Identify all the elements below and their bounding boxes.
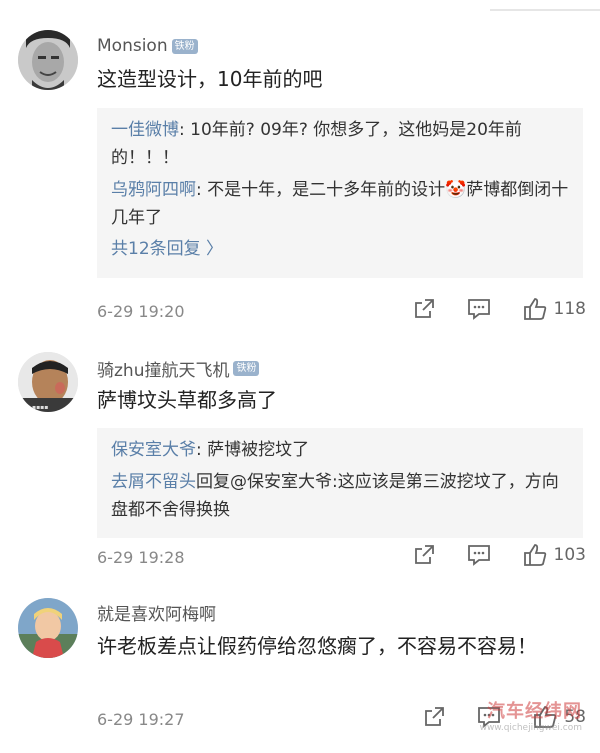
share-button[interactable] (422, 705, 446, 729)
comment-item: ▪▪▪▪ 骑zhu撞航天飞机 铁粉 萨博坟头草都多高了 保安室大爷: 萨博被挖坟… (0, 340, 600, 580)
comment-icon (466, 297, 492, 321)
username-text[interactable]: 就是喜欢阿梅啊 (97, 600, 216, 625)
like-button[interactable]: 103 (522, 542, 586, 568)
share-button[interactable] (412, 543, 436, 567)
fan-badge: 铁粉 (233, 361, 260, 376)
avatar[interactable] (18, 30, 78, 90)
username-text[interactable]: Monsion (97, 36, 168, 56)
reply-item[interactable]: 一佳微博: 10年前? 09年? 你想多了，这他妈是20年前的！！！ (111, 116, 569, 172)
action-bar: 103 (382, 542, 586, 568)
reply-box[interactable]: 保安室大爷: 萨博被挖坟了 去屑不留头回复@保安室大爷:这应该是第三波挖坟了，方… (97, 428, 583, 538)
share-icon (412, 543, 436, 567)
svg-text:▪▪▪▪: ▪▪▪▪ (32, 404, 48, 411)
reply-item[interactable]: 保安室大爷: 萨博被挖坟了 (111, 436, 569, 464)
thumbs-up-icon (522, 542, 548, 568)
share-icon (422, 705, 446, 729)
like-count: 118 (553, 299, 586, 319)
reply-username[interactable]: 一佳微博 (111, 120, 179, 140)
avatar[interactable] (18, 598, 78, 658)
site-watermark: 汽车经纬网 www.qichejingwei.com (480, 697, 582, 733)
like-count: 103 (553, 545, 586, 565)
reply-username[interactable]: 保安室大爷 (111, 440, 196, 460)
watermark-logo-text: 汽车经纬网 (487, 701, 582, 722)
like-button[interactable]: 118 (522, 296, 586, 322)
username-text[interactable]: 骑zhu撞航天飞机 (97, 356, 229, 381)
comment-text: 许老板差点让假药停给忽悠瘸了，不容易不容易！ (97, 634, 537, 658)
share-icon (412, 297, 436, 321)
comment-icon (466, 543, 492, 567)
avatar[interactable]: ▪▪▪▪ (18, 352, 78, 412)
more-replies-link[interactable]: 共12条回复 〉 (111, 234, 569, 264)
timestamp: 6-29 19:27 (97, 710, 185, 729)
watermark-url: www.qichejingwei.com (479, 723, 582, 733)
username[interactable]: Monsion 铁粉 (97, 36, 198, 56)
comment-text: 萨博坟头草都多高了 (97, 388, 277, 412)
timestamp: 6-29 19:20 (97, 302, 185, 321)
reply-box[interactable]: 一佳微博: 10年前? 09年? 你想多了，这他妈是20年前的！！！ 乌鸦阿四啊… (97, 108, 583, 278)
comment-item: Monsion 铁粉 这造型设计，10年前的吧 一佳微博: 10年前? 09年?… (0, 0, 600, 340)
comment-button[interactable] (466, 297, 492, 321)
username[interactable]: 就是喜欢阿梅啊 (97, 600, 216, 625)
reply-item[interactable]: 乌鸦阿四啊: 不是十年，是二十多年前的设计🤡萨博都倒闭十几年了 (111, 176, 569, 232)
timestamp: 6-29 19:28 (97, 548, 185, 567)
comment-button[interactable] (466, 543, 492, 567)
reply-item[interactable]: 去屑不留头回复@保安室大爷:这应该是第三波挖坟了，方向盘都不舍得换换 (111, 468, 569, 524)
thumbs-up-icon (522, 296, 548, 322)
reply-username[interactable]: 乌鸦阿四啊 (111, 180, 196, 200)
share-button[interactable] (412, 297, 436, 321)
action-bar: 118 (382, 296, 586, 322)
fan-badge: 铁粉 (171, 38, 198, 54)
reply-text: : 萨博被挖坟了 (196, 440, 310, 460)
reply-username[interactable]: 去屑不留头 (111, 472, 196, 492)
username[interactable]: 骑zhu撞航天飞机 铁粉 (97, 356, 260, 381)
comment-text: 这造型设计，10年前的吧 (97, 67, 323, 91)
